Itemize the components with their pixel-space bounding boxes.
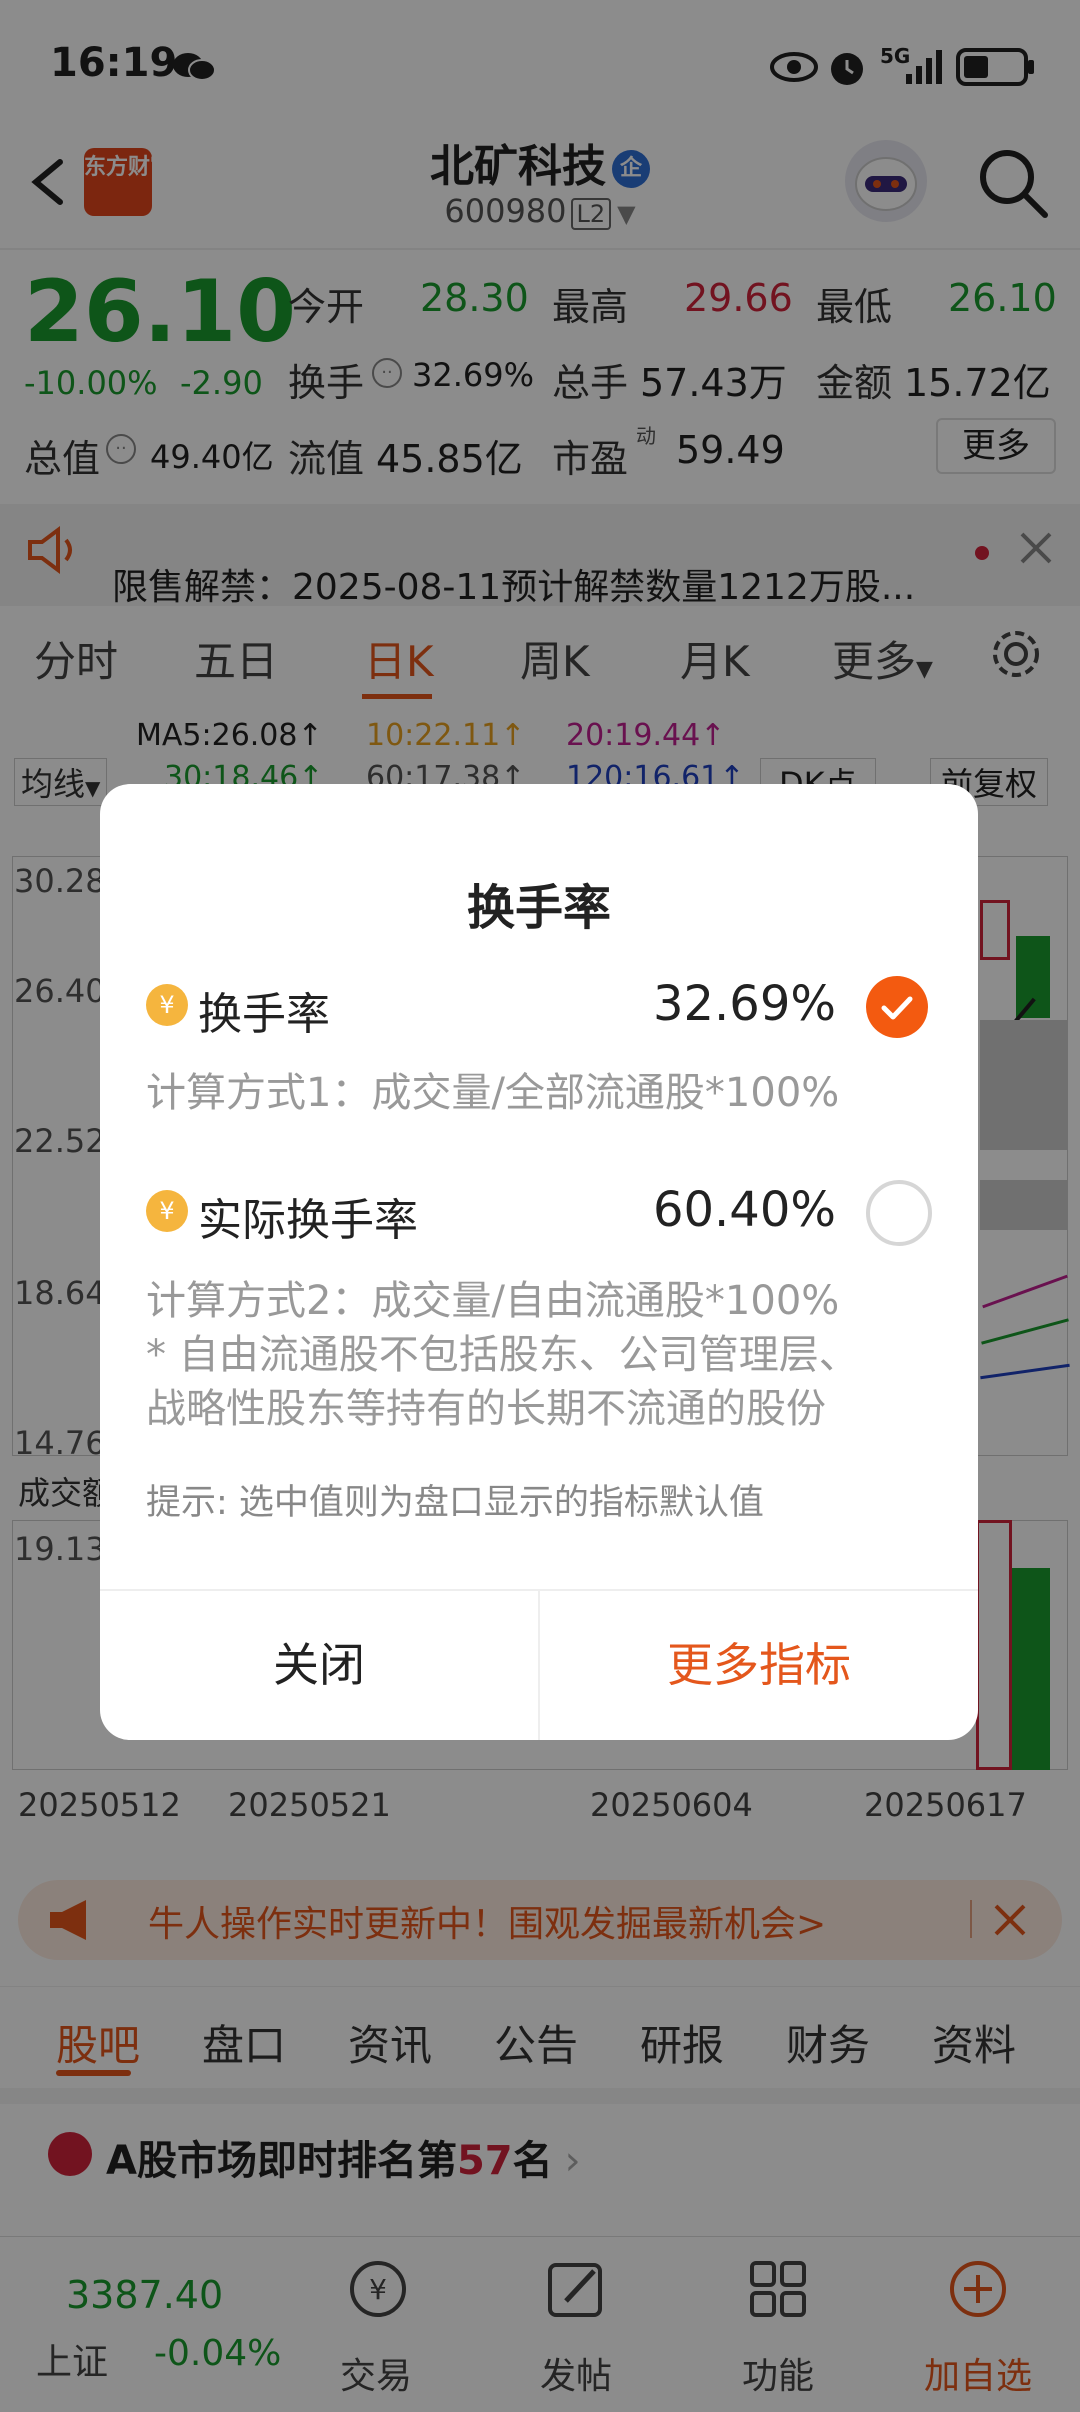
option2-desc-line3: 战略性股东等持有的长期不流通的股份: [146, 1386, 826, 1432]
turnover-dialog: 换手率 ¥ 换手率 32.69% 计算方式1：成交量/全部流通股*100% ¥ …: [100, 784, 978, 1740]
option1-value: 32.69%: [652, 976, 836, 1032]
option2-desc-line2: * 自由流通股不包括股东、公司管理层、: [146, 1332, 859, 1378]
checkmark-icon: [881, 996, 913, 1020]
close-button[interactable]: 关闭: [100, 1591, 538, 1740]
option1-radio-checked[interactable]: [866, 976, 928, 1038]
dialog-title: 换手率: [466, 880, 611, 936]
option2-label: 实际换手率: [198, 1195, 418, 1246]
more-indicators-button[interactable]: 更多指标: [540, 1591, 978, 1740]
option2-desc-line1: 计算方式2：成交量/自由流通股*100%: [146, 1278, 840, 1324]
option2-radio-unchecked[interactable]: [866, 1180, 932, 1246]
option1-label: 换手率: [198, 989, 330, 1040]
coin-icon: ¥: [146, 1190, 188, 1232]
option2-value: 60.40%: [652, 1182, 836, 1238]
dialog-tip: 提示: 选中值则为盘口显示的指标默认值: [146, 1483, 764, 1523]
option1-desc: 计算方式1：成交量/全部流通股*100%: [146, 1070, 840, 1116]
coin-icon: ¥: [146, 984, 188, 1026]
